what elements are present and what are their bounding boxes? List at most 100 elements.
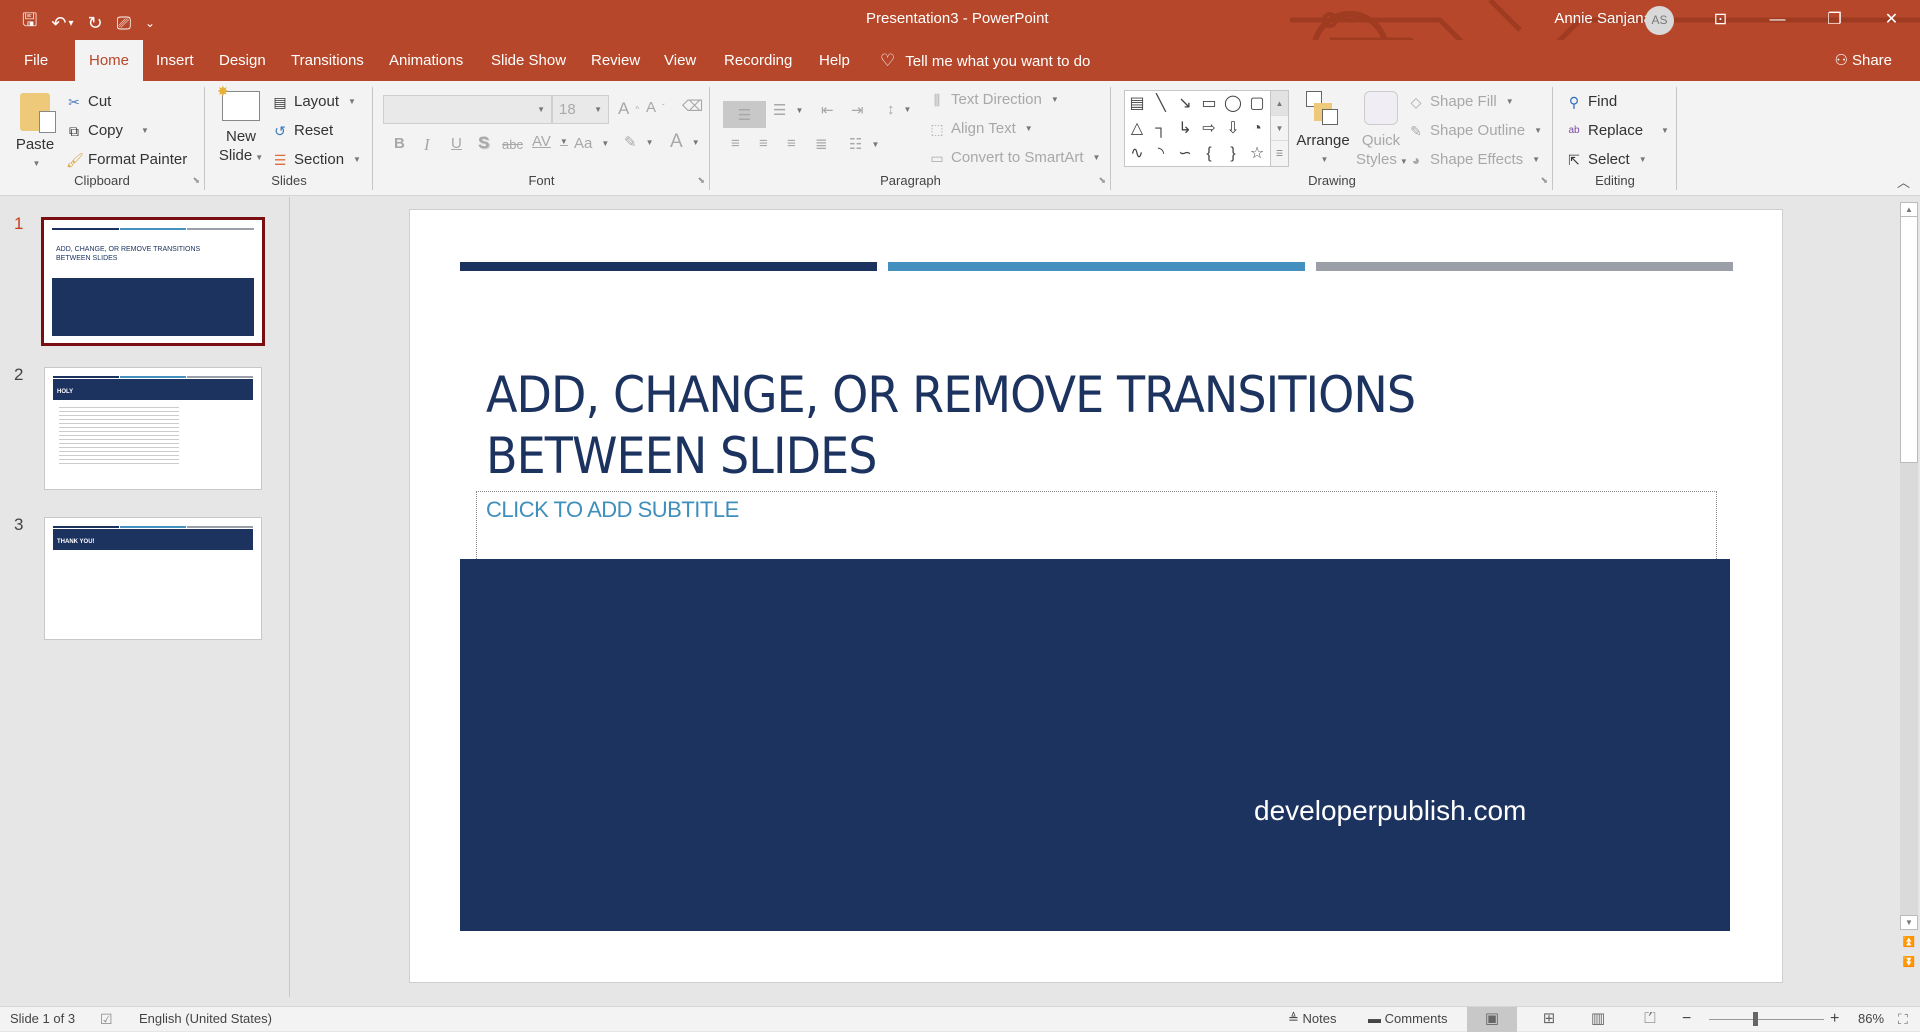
tab-file[interactable]: File <box>14 40 58 81</box>
dialog-launcher-icon[interactable]: ⬊ <box>1540 175 1548 186</box>
font-color-button[interactable]: A ▼ <box>670 131 700 153</box>
numbering-button[interactable]: ☰ ▼ <box>773 101 803 119</box>
strikethrough-button[interactable]: abc <box>502 137 523 152</box>
scroll-up-icon[interactable]: ▲ <box>1900 202 1918 217</box>
vertical-scrollbar[interactable]: ▲ ▼ ⏫ ⏬ <box>1900 202 1918 972</box>
slide-thumbnail[interactable]: HOLY <box>44 367 262 490</box>
tab-view[interactable]: View <box>654 40 706 81</box>
shape-gallery-item[interactable]: ↳ <box>1173 116 1197 141</box>
shape-gallery-item[interactable]: ⇨ <box>1197 116 1221 141</box>
text-direction-button[interactable]: ⫼ Text Direction ▼ <box>929 91 1059 108</box>
redo-icon[interactable]: ↻ <box>87 13 102 34</box>
tab-review[interactable]: Review <box>581 40 650 81</box>
align-right-icon[interactable]: ≡ <box>787 135 796 152</box>
text-shadow-button[interactable]: S <box>478 133 489 153</box>
tab-transitions[interactable]: Transitions <box>281 40 374 81</box>
layout-button[interactable]: ▤ Layout ▼ <box>272 93 356 110</box>
shape-gallery-item[interactable]: ▭ <box>1197 91 1221 116</box>
subtitle-placeholder[interactable]: CLICK TO ADD SUBTITLE <box>476 491 1717 561</box>
scroll-down-icon[interactable]: ▼ <box>1900 915 1918 930</box>
quick-styles-button[interactable]: Quick Styles ▼ <box>1356 91 1408 171</box>
next-slide-icon[interactable]: ⏬ <box>1900 957 1918 968</box>
tab-design[interactable]: Design <box>209 40 276 81</box>
shape-gallery-item[interactable]: { <box>1197 141 1221 166</box>
bold-button[interactable]: B <box>394 135 405 152</box>
line-spacing-icon[interactable]: ↕ ▼ <box>887 101 911 118</box>
customize-qat-icon[interactable]: ⌄ <box>145 16 155 30</box>
align-left-icon[interactable]: ≡ <box>731 135 740 152</box>
scroll-thumb[interactable] <box>1900 216 1918 463</box>
gallery-down-icon[interactable]: ▼ <box>1271 116 1288 141</box>
shape-gallery-item[interactable]: ∽ <box>1173 141 1197 166</box>
minimize-icon[interactable]: — <box>1749 0 1806 40</box>
align-center-icon[interactable]: ≡ <box>759 135 768 152</box>
shape-outline-button[interactable]: ✎ Shape Outline ▼ <box>1408 122 1542 139</box>
gallery-up-icon[interactable]: ▲ <box>1271 91 1288 116</box>
shape-fill-button[interactable]: ◇ Shape Fill ▼ <box>1408 93 1514 110</box>
gallery-scroll[interactable]: ▲ ▼ ☰ <box>1271 90 1289 167</box>
highlight-color-icon[interactable]: ✎ ▼ <box>624 133 654 151</box>
restore-icon[interactable]: ❐ <box>1806 0 1863 40</box>
format-painter-button[interactable]: 🖌 Format Painter <box>66 151 187 168</box>
increase-font-size-button[interactable]: A ^ <box>618 99 639 119</box>
bullets-button[interactable]: ☰ <box>723 101 766 128</box>
slide-title[interactable]: ADD, CHANGE, OR REMOVE TRANSITIONS BETWE… <box>486 365 1416 487</box>
chevron-down-icon[interactable]: ▼ <box>141 126 149 135</box>
character-spacing-button[interactable]: AV ▼ <box>532 133 568 150</box>
italic-button[interactable]: I <box>424 135 430 155</box>
reset-button[interactable]: ↺ Reset <box>272 122 333 139</box>
copy-button[interactable]: ⧉ Copy ▼ <box>66 122 149 139</box>
shapes-gallery[interactable]: ▤ ╲ ↘ ▭ ◯ ▢ △ ┐ ↳ ⇨ ⇩ ◔ ∿ ◝ ∽{} ☆ <box>1124 90 1271 167</box>
shape-effects-button[interactable]: ◕ Shape Effects ▼ <box>1408 151 1540 168</box>
decrease-indent-icon[interactable]: ⇤ <box>821 101 834 119</box>
slide-sorter-button[interactable]: ⊞ <box>1524 1007 1574 1032</box>
dialog-launcher-icon[interactable]: ⬊ <box>1098 175 1106 186</box>
tell-me-search[interactable]: ♡ Tell me what you want to do <box>880 40 1090 82</box>
shape-gallery-item[interactable]: ▢ <box>1245 91 1269 116</box>
tab-help[interactable]: Help <box>809 40 860 81</box>
shape-gallery-item[interactable]: △ <box>1125 116 1149 141</box>
shape-gallery-item[interactable]: ⇩ <box>1221 116 1245 141</box>
clear-formatting-icon[interactable]: ⌫ <box>682 97 703 115</box>
font-size-dropdown[interactable]: 18 ▼ <box>552 95 609 124</box>
section-button[interactable]: ☰ Section ▼ <box>272 151 361 168</box>
reading-view-button[interactable]: ▥ <box>1573 1007 1623 1032</box>
font-name-dropdown[interactable]: ▼ <box>383 95 552 124</box>
avatar[interactable]: AS <box>1645 6 1674 35</box>
slide-show-button[interactable]: ⏍ <box>1625 1007 1675 1032</box>
share-button[interactable]: ⚇ Share <box>1835 40 1892 81</box>
tab-insert[interactable]: Insert <box>146 40 204 81</box>
zoom-in-icon[interactable]: + <box>1830 1007 1839 1031</box>
zoom-out-icon[interactable]: − <box>1682 1007 1691 1031</box>
convert-smartart-button[interactable]: ▭ Convert to SmartArt ▼ <box>929 149 1100 166</box>
save-icon[interactable]: 🖫 <box>22 8 37 38</box>
collapse-ribbon-icon[interactable]: ︿ <box>1897 172 1910 191</box>
present-from-beginning-icon[interactable]: ⎚ <box>117 13 131 34</box>
shape-gallery-item[interactable]: ┐ <box>1149 116 1173 141</box>
shape-gallery-item[interactable]: ▤ <box>1125 91 1149 116</box>
zoom-slider-thumb[interactable] <box>1753 1012 1759 1026</box>
dialog-launcher-icon[interactable]: ⬊ <box>192 175 200 186</box>
gallery-more-icon[interactable]: ☰ <box>1271 141 1288 166</box>
shape-gallery-item[interactable]: } <box>1221 141 1245 166</box>
slide-thumbnail[interactable]: ADD, CHANGE, OR REMOVE TRANSITIONS BETWE… <box>41 217 265 346</box>
arrange-button[interactable]: Arrange ▼ <box>1294 91 1352 169</box>
cut-button[interactable]: ✂ Cut <box>66 93 111 110</box>
select-button[interactable]: ⇱ Select ▼ <box>1566 151 1647 168</box>
previous-slide-icon[interactable]: ⏫ <box>1900 937 1918 948</box>
shape-gallery-item[interactable]: ◔ <box>1245 116 1269 141</box>
spell-check-icon[interactable]: ☑ <box>100 1007 113 1031</box>
tab-slide-show[interactable]: Slide Show <box>481 40 576 81</box>
zoom-slider[interactable] <box>1709 1019 1824 1020</box>
dialog-launcher-icon[interactable]: ⬊ <box>697 175 705 186</box>
shape-gallery-item[interactable]: ☆ <box>1245 141 1269 166</box>
replace-button[interactable]: ab Replace ▼ <box>1566 122 1669 139</box>
tab-home[interactable]: Home <box>75 40 144 81</box>
notes-button[interactable]: ≜ Notes <box>1288 1007 1336 1031</box>
align-text-button[interactable]: ⬚ Align Text ▼ <box>929 120 1032 137</box>
slide-thumbnail[interactable]: THANK YOU! <box>44 517 262 640</box>
comments-button[interactable]: ▬ Comments <box>1368 1007 1447 1031</box>
decrease-font-size-button[interactable]: Aˇ <box>646 99 665 116</box>
tab-recording[interactable]: Recording <box>714 40 802 81</box>
shape-gallery-item[interactable]: ∿ <box>1125 141 1149 166</box>
